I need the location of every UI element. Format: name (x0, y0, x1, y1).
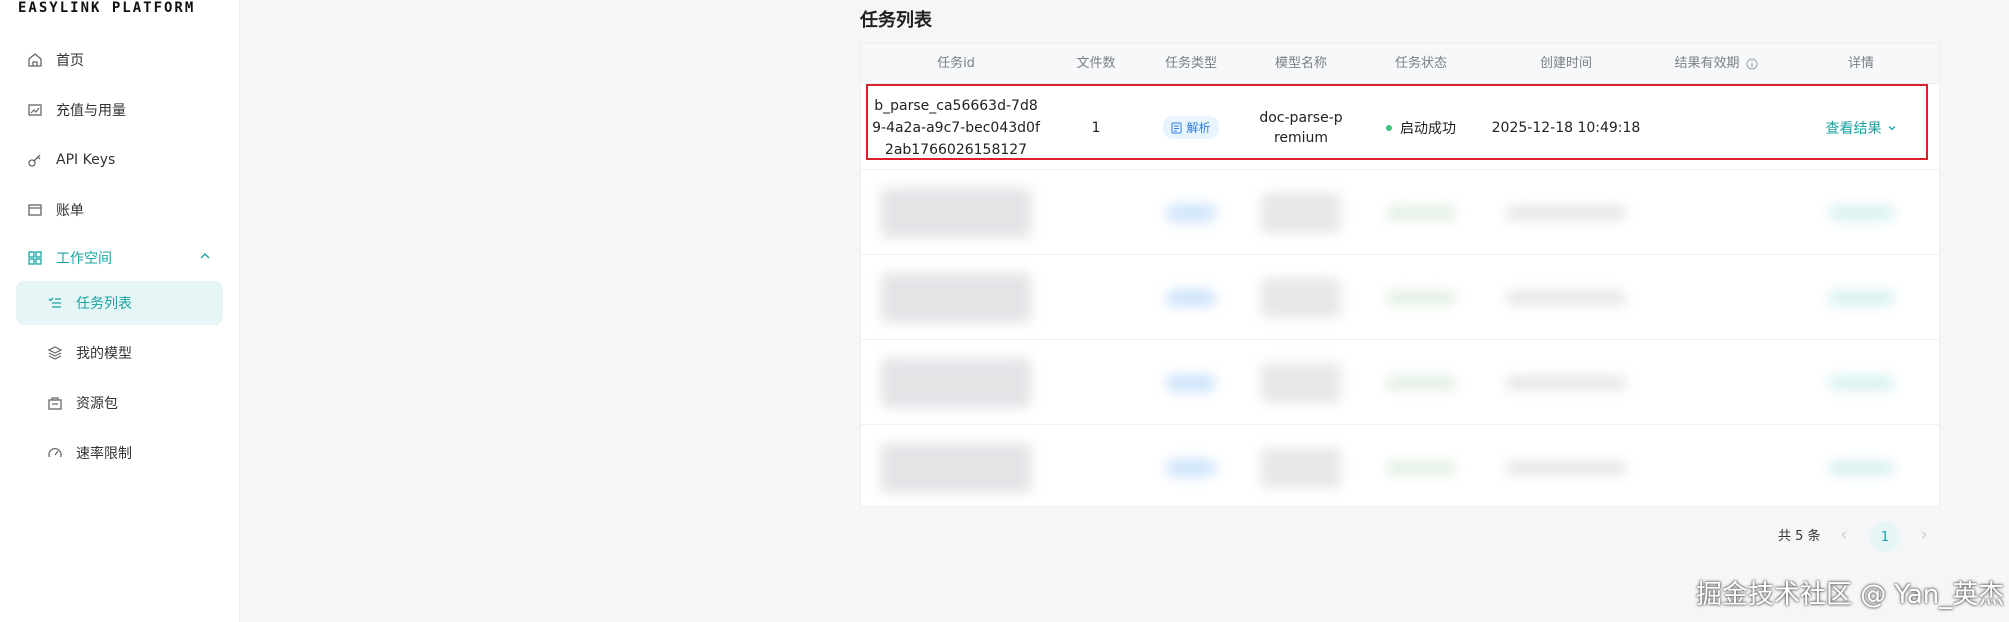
blurred-cell (1161, 255, 1221, 340)
chevron-up-icon[interactable] (199, 250, 211, 262)
sidebar-item-recharge[interactable]: 充值与用量 (16, 88, 223, 132)
list-icon (46, 294, 64, 312)
bill-icon (26, 201, 44, 219)
sidebar-group-workspace[interactable]: 工作空间 (16, 236, 223, 280)
sidebar-item-task-list[interactable]: 任务列表 (16, 281, 223, 325)
column-header-status: 任务状态 (1394, 56, 1447, 71)
sidebar: EASYLINK PLATFORM 首页 充值与用量 API Keys 账单 工… (0, 0, 240, 622)
table-header: 任务id 文件数 任务类型 模型名称 任务状态 创建时间 结果有效期 详情 (861, 44, 1939, 84)
info-icon[interactable] (1746, 58, 1758, 70)
home-icon (26, 51, 44, 69)
blurred-cell (1816, 170, 1906, 255)
key-icon (26, 151, 44, 169)
sidebar-item-label: 首页 (56, 53, 84, 69)
blurred-cell (1256, 340, 1346, 425)
blurred-cell (1816, 255, 1906, 340)
package-icon (46, 394, 64, 412)
blurred-cell (871, 170, 1041, 255)
blurred-cell (1501, 170, 1631, 255)
sidebar-item-rate-limit[interactable]: 速率限制 (16, 431, 223, 475)
chart-icon (26, 101, 44, 119)
sidebar-item-label: 我的模型 (76, 346, 132, 362)
blurred-cell (1256, 425, 1346, 510)
blurred-cell (871, 340, 1041, 425)
chevron-right-icon (1922, 531, 1927, 539)
blurred-cell (1501, 425, 1631, 510)
blurred-cell (1376, 340, 1466, 425)
next-page-button[interactable] (1911, 522, 1937, 548)
blurred-cell (1816, 425, 1906, 510)
table-row-blurred (861, 170, 1939, 255)
page-title: 任务列表 (860, 10, 932, 31)
gauge-icon (46, 444, 64, 462)
page-number-current[interactable]: 1 (1870, 522, 1900, 552)
blurred-cell (1376, 170, 1466, 255)
blurred-cell (1501, 340, 1631, 425)
blurred-cell (871, 255, 1041, 340)
column-header-file-count: 文件数 (1076, 56, 1116, 71)
column-header-created: 创建时间 (1539, 56, 1592, 71)
sidebar-item-label: 任务列表 (76, 296, 132, 312)
blurred-cell (1501, 255, 1631, 340)
blurred-cell (1161, 425, 1221, 510)
table-row-blurred (861, 340, 1939, 425)
column-header-expiry: 结果有效期 (1651, 44, 1781, 84)
sidebar-item-resource-packs[interactable]: 资源包 (16, 381, 223, 425)
sidebar-item-home[interactable]: 首页 (16, 38, 223, 82)
layers-icon (46, 344, 64, 362)
sidebar-item-label: 账单 (56, 203, 84, 219)
sidebar-item-label: 资源包 (76, 396, 118, 412)
column-header-task-type: 任务类型 (1164, 56, 1217, 71)
sidebar-item-api-keys[interactable]: API Keys (16, 138, 223, 182)
column-header-detail: 详情 (1847, 56, 1874, 71)
pagination-total: 共 5 条 (1778, 529, 1821, 544)
sidebar-item-label: 工作空间 (56, 251, 112, 267)
sidebar-item-label: 充值与用量 (56, 103, 126, 119)
column-header-model-name: 模型名称 (1274, 56, 1327, 71)
prev-page-button[interactable] (1831, 522, 1857, 548)
sidebar-item-my-models[interactable]: 我的模型 (16, 331, 223, 375)
watermark: 掘金技术社区 @ Yan_英杰 (1696, 580, 2005, 610)
chevron-left-icon (1841, 531, 1846, 539)
blurred-cell (1376, 425, 1466, 510)
brand-logo: EASYLINK PLATFORM (18, 0, 196, 16)
table-row-blurred (861, 255, 1939, 340)
blurred-cell (1256, 255, 1346, 340)
highlight-box (866, 84, 1928, 160)
sidebar-item-label: API Keys (56, 152, 116, 168)
blurred-cell (1256, 170, 1346, 255)
sidebar-item-label: 速率限制 (76, 446, 132, 462)
column-header-task-id: 任务id (937, 56, 975, 71)
table-row-blurred (861, 425, 1939, 510)
column-header-expiry-label: 结果有效期 (1674, 56, 1740, 71)
blurred-cell (1161, 340, 1221, 425)
blurred-cell (871, 425, 1041, 510)
sidebar-item-billing[interactable]: 账单 (16, 188, 223, 232)
blurred-cell (1161, 170, 1221, 255)
blurred-cell (1376, 255, 1466, 340)
blurred-cell (1816, 340, 1906, 425)
grid-icon (26, 249, 44, 267)
